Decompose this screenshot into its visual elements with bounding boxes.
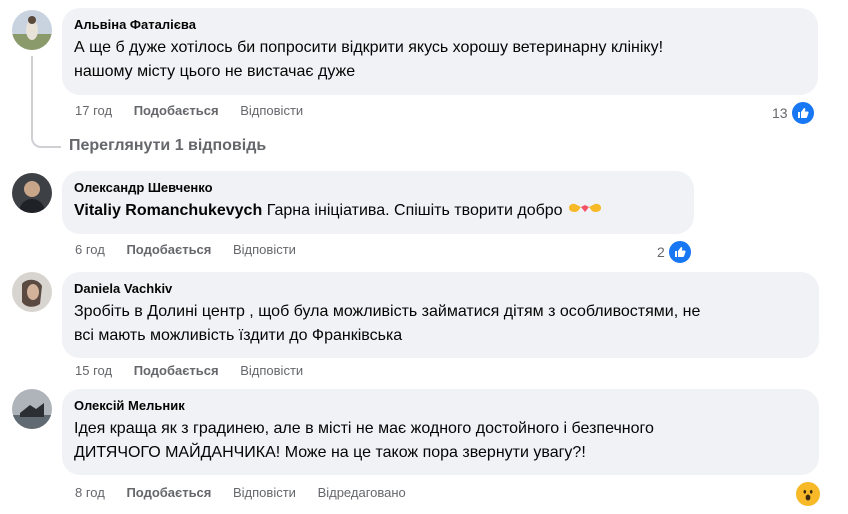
comment-author[interactable]: Daniela Vachkiv <box>74 280 807 297</box>
comment-author[interactable]: Олександр Шевченко <box>74 179 682 196</box>
reaction-count: 2 <box>657 244 665 260</box>
avatar[interactable] <box>12 272 52 312</box>
comment-bubble: Альвіна Фаталієва А ще б дуже хотілось б… <box>62 8 818 95</box>
reaction-summary[interactable] <box>794 480 822 508</box>
reaction-count: 13 <box>772 105 788 121</box>
view-replies-link[interactable]: Переглянути 1 відповідь <box>69 137 266 155</box>
comment-text: нашому місту цього не вистачає дуже <box>74 63 356 80</box>
mention-link[interactable]: Vitaliy Romanchukevych <box>74 202 262 219</box>
reply-button[interactable]: Відповісти <box>233 485 296 500</box>
wow-icon <box>794 480 822 508</box>
like-icon <box>666 239 693 265</box>
comment-actions: 17 год Подобається Відповісти <box>75 103 321 118</box>
reply-button[interactable]: Відповісти <box>233 242 296 257</box>
comment-bubble: Олексій Мельник Ідея краща як з градинею… <box>62 389 819 475</box>
comment-text: ДИТЯЧОГО МАЙДАНЧИКА! Може на це також по… <box>74 444 586 461</box>
heart-hands-icon <box>567 199 603 223</box>
comment-time[interactable]: 17 год <box>75 103 112 118</box>
avatar[interactable] <box>12 389 52 429</box>
comment-text: Зробіть в Долині центр , щоб була можлив… <box>74 303 701 320</box>
comment-time[interactable]: 6 год <box>75 242 105 257</box>
comment-time[interactable]: 15 год <box>75 363 112 378</box>
comment-body: Гарна ініціатива. Спішіть творити добро <box>266 202 563 220</box>
like-button[interactable]: Подобається <box>134 363 219 378</box>
comment-actions: 8 год Подобається Відповісти Відредагова… <box>75 485 424 500</box>
edited-label: Відредаговано <box>317 485 406 500</box>
comment-actions: 15 год Подобається Відповісти <box>75 363 321 378</box>
comment-text: А ще б дуже хотілось би попросити відкри… <box>74 39 664 56</box>
avatar[interactable] <box>12 173 52 213</box>
comment-bubble: Олександр Шевченко Vitaliy Romanchukevyc… <box>62 171 694 234</box>
like-icon <box>789 100 816 126</box>
comment-author[interactable]: Олексій Мельник <box>74 397 807 414</box>
comment-text: всі мають можливість їздити до Франківсь… <box>74 327 403 344</box>
comment-author[interactable]: Альвіна Фаталієва <box>74 16 806 33</box>
reaction-summary[interactable]: 13 <box>772 100 816 126</box>
comment-bubble: Daniela Vachkiv Зробіть в Долині центр ,… <box>62 272 819 358</box>
like-button[interactable]: Подобається <box>126 485 211 500</box>
like-button[interactable]: Подобається <box>134 103 219 118</box>
comment-time[interactable]: 8 год <box>75 485 105 500</box>
comment-actions: 6 год Подобається Відповісти <box>75 242 314 257</box>
comment-text: Vitaliy Romanchukevych Гарна ініціатива.… <box>74 199 682 223</box>
comment-text: Ідея краща як з градинею, але в місті не… <box>74 420 654 437</box>
reaction-summary[interactable]: 2 <box>657 239 693 265</box>
reply-button[interactable]: Відповісти <box>240 103 303 118</box>
thread-curve <box>31 120 61 148</box>
like-button[interactable]: Подобається <box>126 242 211 257</box>
avatar[interactable] <box>12 10 52 50</box>
reply-button[interactable]: Відповісти <box>240 363 303 378</box>
